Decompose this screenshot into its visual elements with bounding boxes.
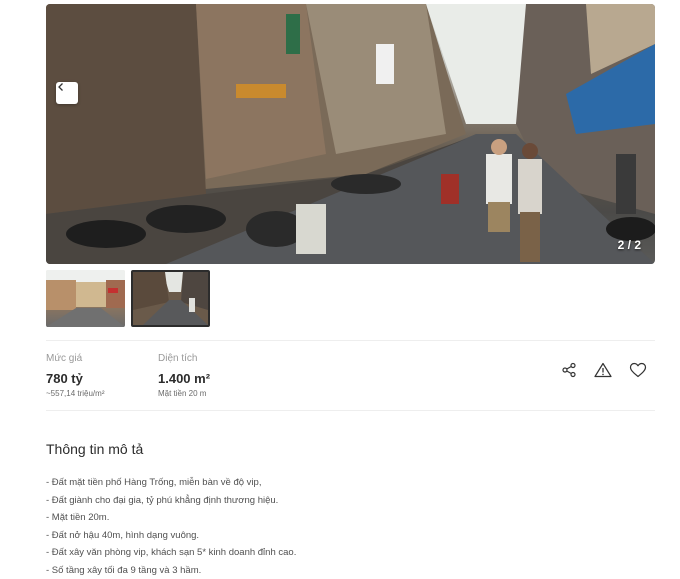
- price-value: 780 tỷ: [46, 371, 83, 386]
- warning-icon: [594, 362, 612, 378]
- area-label: Diện tích: [158, 353, 197, 364]
- price-label: Mức giá: [46, 353, 82, 364]
- heart-icon: [629, 362, 647, 378]
- thumbnail-2-image: [133, 272, 208, 325]
- chevron-left-icon: [56, 82, 66, 92]
- description-line: - Đất nở hậu 40m, hình dạng vuông.: [46, 527, 296, 545]
- save-button[interactable]: [628, 360, 648, 380]
- prev-photo-button[interactable]: [56, 82, 78, 104]
- area-value: 1.400 m²: [158, 371, 210, 386]
- photo-counter: 2 / 2: [618, 238, 641, 252]
- thumbnail-1-image: [46, 270, 125, 327]
- description-line: - Đất xây văn phòng vip, khách sạn 5* ki…: [46, 544, 296, 562]
- price-per-m2: ~557,14 triệu/m²: [46, 389, 104, 398]
- description-line: - Đất giành cho đại gia, tỷ phú khẳng đị…: [46, 492, 296, 510]
- description-title: Thông tin mô tả: [46, 441, 143, 457]
- description-list: - Đất mặt tiền phố Hàng Trống, miễn bàn …: [46, 474, 296, 579]
- thumbnail-strip: [46, 270, 210, 327]
- divider-bottom: [46, 410, 655, 411]
- description-line: - Đất mặt tiền phố Hàng Trống, miễn bàn …: [46, 474, 296, 492]
- thumbnail-2[interactable]: [131, 270, 210, 327]
- divider-top: [46, 340, 655, 341]
- share-icon: [561, 362, 577, 378]
- thumbnail-1[interactable]: [46, 270, 125, 327]
- frontage-value: Mặt tiền 20 m: [158, 389, 206, 398]
- description-line: - Số tầng xây tối đa 9 tầng và 3 hầm.: [46, 562, 296, 579]
- share-button[interactable]: [559, 360, 579, 380]
- description-line: - Mặt tiền 20m.: [46, 509, 296, 527]
- main-photo[interactable]: 2 / 2: [46, 4, 655, 264]
- street-photo: [46, 4, 655, 264]
- report-button[interactable]: [593, 360, 613, 380]
